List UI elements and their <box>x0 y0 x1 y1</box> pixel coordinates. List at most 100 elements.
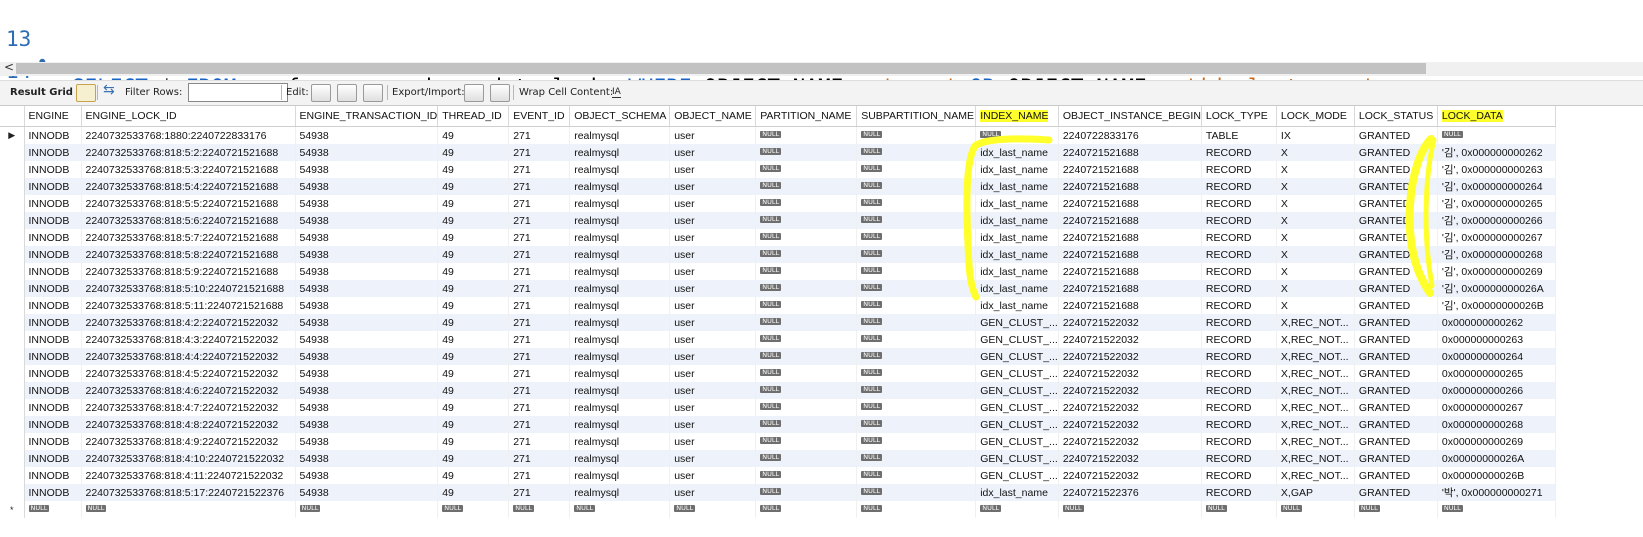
cell-engine-lock-id[interactable]: 2240732533768:818:5:11:2240721521688 <box>81 297 296 314</box>
cell-object-schema[interactable]: realmysql <box>569 399 671 416</box>
cell-index-name[interactable]: GEN_CLUST_... <box>975 331 1059 348</box>
cell-lock-data[interactable]: NULL <box>1437 126 1556 144</box>
cell-engine-lock-id[interactable]: 2240732533768:818:5:4:2240721521688 <box>81 178 296 195</box>
cell-event-id[interactable]: 271 <box>508 161 571 178</box>
row-marker[interactable] <box>0 280 25 297</box>
cell-index-name[interactable]: GEN_CLUST_... <box>975 416 1059 433</box>
cell-lock-mode[interactable]: X <box>1276 195 1355 212</box>
cell-object-name[interactable]: user <box>669 365 757 382</box>
cell-event-id[interactable]: 271 <box>508 126 571 144</box>
cell-partition-name[interactable]: NULL <box>755 450 858 467</box>
cell-engine[interactable]: INNODB <box>24 399 82 416</box>
cell-lock-mode[interactable]: X,REC_NOT... <box>1276 382 1355 399</box>
cell-thread-id[interactable]: 49 <box>437 178 510 195</box>
cell-index-name[interactable]: GEN_CLUST_... <box>975 314 1059 331</box>
cell-index-name[interactable]: idx_last_name <box>975 280 1059 297</box>
cell-lock-data[interactable]: '김', 0x000000000262 <box>1437 144 1556 161</box>
cell-partition-name[interactable]: NULL <box>755 348 858 365</box>
cell-lock-status[interactable]: GRANTED <box>1354 212 1438 229</box>
cell-object-schema[interactable]: realmysql <box>569 297 671 314</box>
cell-event-id[interactable]: 271 <box>508 416 571 433</box>
table-row[interactable]: INNODB 2240732533768:818:5:4:224072152168… <box>0 178 1556 195</box>
filter-rows-input[interactable] <box>188 83 288 102</box>
cell-partition-name[interactable]: NULL <box>755 297 858 314</box>
cell-event-id[interactable]: 271 <box>508 263 571 280</box>
cell-engine[interactable]: INNODB <box>24 263 82 280</box>
cell-lock-data[interactable]: '김', 0x000000000265 <box>1437 195 1556 212</box>
cell-partition-name[interactable]: NULL <box>755 229 858 246</box>
cell-partition-name[interactable]: NULL <box>755 314 858 331</box>
cell-thread-id[interactable]: 49 <box>437 467 510 484</box>
cell-lock-type[interactable]: RECORD <box>1201 144 1277 161</box>
cell-engine[interactable]: INNODB <box>24 144 82 161</box>
cell-lock-data[interactable]: '김', 0x00000000026A <box>1437 280 1556 297</box>
cell-lock-mode[interactable]: X <box>1276 212 1355 229</box>
new-cell-lock-data[interactable]: NULL <box>1437 501 1556 518</box>
cell-lock-status[interactable]: GRANTED <box>1354 365 1438 382</box>
cell-index-name[interactable]: idx_last_name <box>975 178 1059 195</box>
result-grid[interactable]: ENGINE ENGINE_LOCK_ID ENGINE_TRANSACTION_I… <box>0 106 1643 537</box>
cell-object-name[interactable]: user <box>669 280 757 297</box>
cell-partition-name[interactable]: NULL <box>755 126 858 144</box>
table-row[interactable]: INNODB 2240732533768:818:5:6:224072152168… <box>0 212 1556 229</box>
cell-lock-type[interactable]: RECORD <box>1201 416 1277 433</box>
table-row[interactable]: INNODB 2240732533768:818:5:8:224072152168… <box>0 246 1556 263</box>
cell-object-schema[interactable]: realmysql <box>569 450 671 467</box>
row-marker[interactable] <box>0 195 25 212</box>
cell-lock-type[interactable]: RECORD <box>1201 399 1277 416</box>
cell-object-instance-begin[interactable]: 2240721521688 <box>1058 280 1202 297</box>
cell-index-name[interactable]: GEN_CLUST_... <box>975 450 1059 467</box>
add-row-icon[interactable] <box>337 84 357 102</box>
cell-subpartition-name[interactable]: NULL <box>856 126 977 144</box>
cell-engine-transaction-id[interactable]: 54938 <box>295 126 439 144</box>
cell-event-id[interactable]: 271 <box>508 382 571 399</box>
cell-lock-mode[interactable]: X <box>1276 297 1355 314</box>
cell-subpartition-name[interactable]: NULL <box>856 331 977 348</box>
new-cell-thread-id[interactable]: NULL <box>437 501 510 518</box>
cell-engine[interactable]: INNODB <box>24 365 82 382</box>
cell-object-instance-begin[interactable]: 2240721522032 <box>1058 314 1202 331</box>
cell-object-instance-begin[interactable]: 2240721521688 <box>1058 195 1202 212</box>
column-header-object-instance-begin[interactable]: OBJECT_INSTANCE_BEGIN <box>1058 106 1202 127</box>
column-header-lock-mode[interactable]: LOCK_MODE <box>1276 106 1355 127</box>
cell-subpartition-name[interactable]: NULL <box>856 450 977 467</box>
cell-event-id[interactable]: 271 <box>508 450 571 467</box>
cell-lock-status[interactable]: GRANTED <box>1354 229 1438 246</box>
cell-lock-mode[interactable]: X,REC_NOT... <box>1276 314 1355 331</box>
cell-event-id[interactable]: 271 <box>508 331 571 348</box>
table-row[interactable]: INNODB 2240732533768:818:4:6:224072152203… <box>0 382 1556 399</box>
cell-lock-data[interactable]: 0x00000000026B <box>1437 467 1556 484</box>
cell-event-id[interactable]: 271 <box>508 178 571 195</box>
cell-lock-data[interactable]: '김', 0x000000000268 <box>1437 246 1556 263</box>
cell-engine[interactable]: INNODB <box>24 229 82 246</box>
cell-engine-transaction-id[interactable]: 54938 <box>295 246 439 263</box>
cell-object-schema[interactable]: realmysql <box>569 161 671 178</box>
cell-lock-status[interactable]: GRANTED <box>1354 246 1438 263</box>
cell-engine[interactable]: INNODB <box>24 297 82 314</box>
cell-engine-lock-id[interactable]: 2240732533768:818:4:6:2240721522032 <box>81 382 296 399</box>
cell-lock-type[interactable]: RECORD <box>1201 433 1277 450</box>
cell-engine-transaction-id[interactable]: 54938 <box>295 161 439 178</box>
cell-partition-name[interactable]: NULL <box>755 416 858 433</box>
cell-thread-id[interactable]: 49 <box>437 195 510 212</box>
cell-lock-type[interactable]: TABLE <box>1201 126 1277 144</box>
cell-lock-mode[interactable]: X,REC_NOT... <box>1276 348 1355 365</box>
cell-event-id[interactable]: 271 <box>508 484 571 501</box>
cell-object-schema[interactable]: realmysql <box>569 314 671 331</box>
cell-object-schema[interactable]: realmysql <box>569 467 671 484</box>
cell-thread-id[interactable]: 49 <box>437 484 510 501</box>
cell-lock-status[interactable]: GRANTED <box>1354 484 1438 501</box>
cell-object-instance-begin[interactable]: 2240721522376 <box>1058 484 1202 501</box>
cell-subpartition-name[interactable]: NULL <box>856 263 977 280</box>
cell-partition-name[interactable]: NULL <box>755 195 858 212</box>
new-cell-engine-transaction-id[interactable]: NULL <box>295 501 439 518</box>
cell-index-name[interactable]: GEN_CLUST_... <box>975 365 1059 382</box>
cell-engine-transaction-id[interactable]: 54938 <box>295 212 439 229</box>
row-marker[interactable] <box>0 263 25 280</box>
cell-index-name[interactable]: idx_last_name <box>975 484 1059 501</box>
cell-lock-type[interactable]: RECORD <box>1201 246 1277 263</box>
cell-engine[interactable]: INNODB <box>24 331 82 348</box>
cell-subpartition-name[interactable]: NULL <box>856 144 977 161</box>
cell-object-schema[interactable]: realmysql <box>569 212 671 229</box>
grid-view-icon[interactable] <box>76 84 96 102</box>
